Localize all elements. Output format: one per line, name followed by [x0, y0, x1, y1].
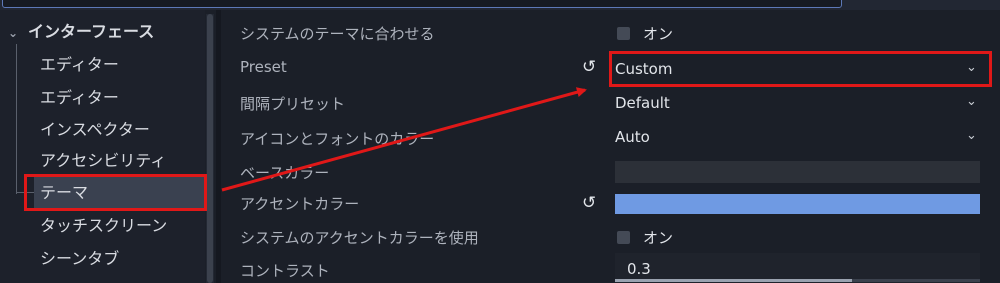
annotation-arrow-line	[221, 87, 587, 192]
annotation-arrow	[221, 87, 587, 192]
